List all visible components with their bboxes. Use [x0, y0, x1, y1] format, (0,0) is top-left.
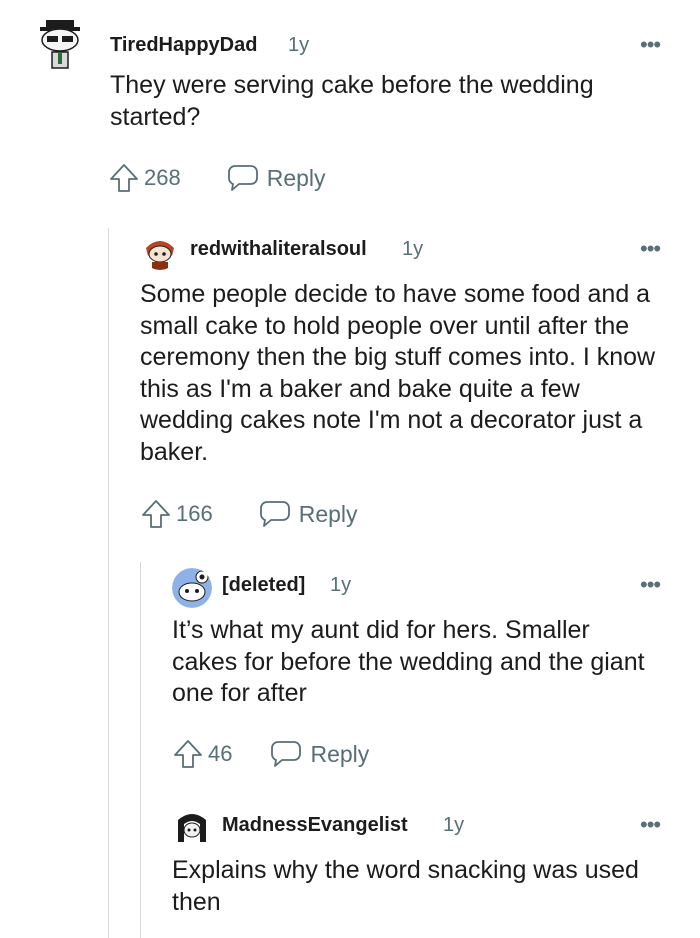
comment-age: 1y — [443, 814, 465, 836]
avatar-redwithaliteralsoul[interactable] — [142, 234, 178, 270]
upvote-arrow-icon — [174, 740, 202, 768]
reply-bubble-icon — [259, 501, 290, 527]
reply-button[interactable]: Reply — [270, 740, 369, 768]
snoo-red-hair-icon — [142, 234, 178, 270]
snoo-default-blue-icon — [172, 568, 212, 608]
upvote-button[interactable]: 268 — [108, 162, 181, 194]
more-options-ellipsis-icon[interactable]: ••• — [640, 574, 661, 596]
comment-body: It’s what my aunt did for hers. Smaller … — [172, 616, 645, 707]
reply-label: Reply — [310, 740, 370, 767]
vote-count: 268 — [144, 165, 181, 190]
comment-age: 1y — [330, 574, 352, 596]
username: [deleted] — [222, 574, 306, 596]
thread-line-1[interactable] — [108, 228, 109, 938]
username[interactable]: redwithaliteralsoul — [190, 238, 367, 261]
thread-line-2[interactable] — [140, 562, 141, 938]
snoo-black-hair-icon — [172, 808, 212, 848]
reply-bubble-icon — [227, 165, 258, 191]
more-options-ellipsis-icon[interactable]: ••• — [640, 814, 661, 836]
comment-actions: 268 Reply — [108, 162, 326, 194]
vote-count: 166 — [176, 501, 213, 526]
comment-body: They were serving cake before the weddin… — [110, 71, 594, 131]
comment-actions: 46 Reply — [172, 738, 369, 770]
reply-button[interactable]: Reply — [259, 500, 358, 528]
comment-age: 1y — [288, 34, 310, 56]
upvote-arrow-icon — [142, 500, 170, 528]
comment-actions: 166 Reply — [140, 498, 358, 530]
upvote-button[interactable]: 46 — [172, 738, 232, 770]
reply-label: Reply — [298, 500, 358, 527]
upvote-arrow-icon — [110, 164, 138, 192]
vote-count: 46 — [208, 741, 233, 766]
reply-label: Reply — [266, 164, 326, 191]
username[interactable]: MadnessEvangelist — [222, 814, 408, 837]
comment-age: 1y — [402, 238, 424, 260]
username[interactable]: TiredHappyDad — [110, 34, 257, 57]
more-options-ellipsis-icon[interactable]: ••• — [640, 238, 661, 260]
snoo-sunglasses-fedora-icon — [40, 20, 80, 69]
reply-bubble-icon — [271, 741, 302, 767]
avatar-deleted — [172, 568, 212, 608]
comment-body: Explains why the word snacking was used … — [172, 856, 639, 916]
reply-button[interactable]: Reply — [227, 164, 326, 192]
avatar-madnessevangelist[interactable] — [172, 808, 212, 848]
upvote-button[interactable]: 166 — [140, 498, 213, 530]
comment-body: Some people decide to have some food and… — [140, 280, 656, 466]
avatar-tiredhappydad[interactable] — [36, 14, 84, 74]
more-options-ellipsis-icon[interactable]: ••• — [640, 34, 661, 56]
